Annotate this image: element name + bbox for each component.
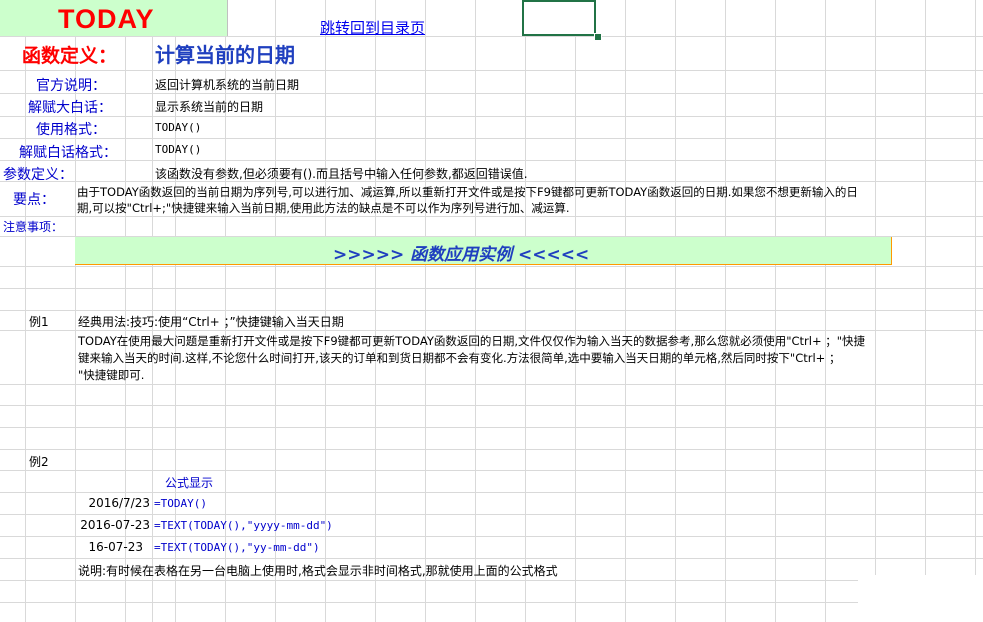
row-line xyxy=(0,580,983,581)
column-line xyxy=(152,0,153,622)
row-line xyxy=(0,160,983,161)
plain-value: 显示系统当前的日期 xyxy=(155,100,264,114)
row-line xyxy=(0,116,983,117)
example1-line-1: TODAY在使用最大问题是重新打开文件或是按下F9键都可更新TODAY函数返回的… xyxy=(78,334,866,348)
function-title: TODAY xyxy=(58,4,155,34)
example2-note: 说明:有时候在表格在另一台电脑上使用时,格式会显示非时间格式,那就使用上面的公式… xyxy=(78,564,558,578)
examples-banner-text: >>>>> 函数应用实例 <<<<< xyxy=(333,245,590,265)
official-label: 官方说明： xyxy=(36,78,106,94)
row-line xyxy=(0,405,983,406)
example1-label: 例1 xyxy=(29,315,49,329)
keypoint-label: 要点： xyxy=(13,192,55,208)
usage-label: 使用格式： xyxy=(36,122,106,138)
usage-value: TODAY() xyxy=(155,121,202,134)
formula-text: =TODAY() xyxy=(154,497,207,510)
definition-label: 函数定义： xyxy=(22,45,118,67)
example1-title: 经典用法:技巧:使用“Ctrl+ ；”快捷键输入当天日期 xyxy=(78,315,344,329)
row-line xyxy=(0,384,983,385)
formula-text: =TEXT(TODAY(),"yy-mm-dd") xyxy=(154,541,320,554)
definition-value: 计算当前的日期 xyxy=(155,43,295,67)
notes-label: 注意事项： xyxy=(3,220,64,234)
row-line xyxy=(0,216,983,217)
row-line xyxy=(0,288,983,289)
row-line xyxy=(0,449,983,450)
official-value: 返回计算机系统的当前日期 xyxy=(155,78,300,92)
row-line xyxy=(0,93,983,94)
row-line xyxy=(0,310,983,311)
row-line xyxy=(0,266,983,267)
date-value[interactable]: 16-07-23 xyxy=(89,540,143,554)
example1-line-2: 键来输入当天的时间.这样,不论您什么时间打开,该天的订单和到货日期都不会有变化.… xyxy=(78,351,841,365)
selected-cell[interactable] xyxy=(522,0,596,36)
row-line xyxy=(0,536,983,537)
example1-line-3: "快捷键即可. xyxy=(78,368,145,382)
row-line xyxy=(0,470,983,471)
date-value[interactable]: 2016-07-23 xyxy=(80,518,150,532)
params-value: 该函数没有参数,但必须要有().而且括号中输入任何参数,都返回错误值. xyxy=(155,167,528,181)
params-label: 参数定义： xyxy=(3,167,73,183)
row-line xyxy=(0,427,983,428)
plain-usage-label: 解赋白话格式： xyxy=(19,145,117,161)
date-value[interactable]: 2016/7/23 xyxy=(88,496,150,510)
fill-handle[interactable] xyxy=(594,33,602,41)
row-line xyxy=(0,492,983,493)
row-line xyxy=(0,558,983,559)
blank-area xyxy=(858,575,983,622)
example2-label: 例2 xyxy=(29,455,49,469)
formula-header: 公式显示 xyxy=(165,476,214,490)
plain-usage-value: TODAY() xyxy=(155,143,202,156)
back-to-index-link[interactable]: 跳转回到目录页 xyxy=(320,17,425,38)
row-line xyxy=(0,36,983,37)
row-line xyxy=(0,514,983,515)
keypoint-line-1: 由于TODAY函数返回的当前日期为序列号,可以进行加、减运算,所以重新打开文件或… xyxy=(77,185,858,199)
row-line xyxy=(0,138,983,139)
row-line xyxy=(0,70,983,71)
formula-text: =TEXT(TODAY(),"yyyy-mm-dd") xyxy=(154,519,333,532)
row-line xyxy=(0,330,983,331)
row-line xyxy=(0,602,983,603)
plain-label: 解赋大白话： xyxy=(28,100,112,116)
keypoint-line-2: 期,可以按"Ctrl+;"快捷键来输入当前日期,使用此方法的缺点是不可以作为序列… xyxy=(77,201,570,215)
